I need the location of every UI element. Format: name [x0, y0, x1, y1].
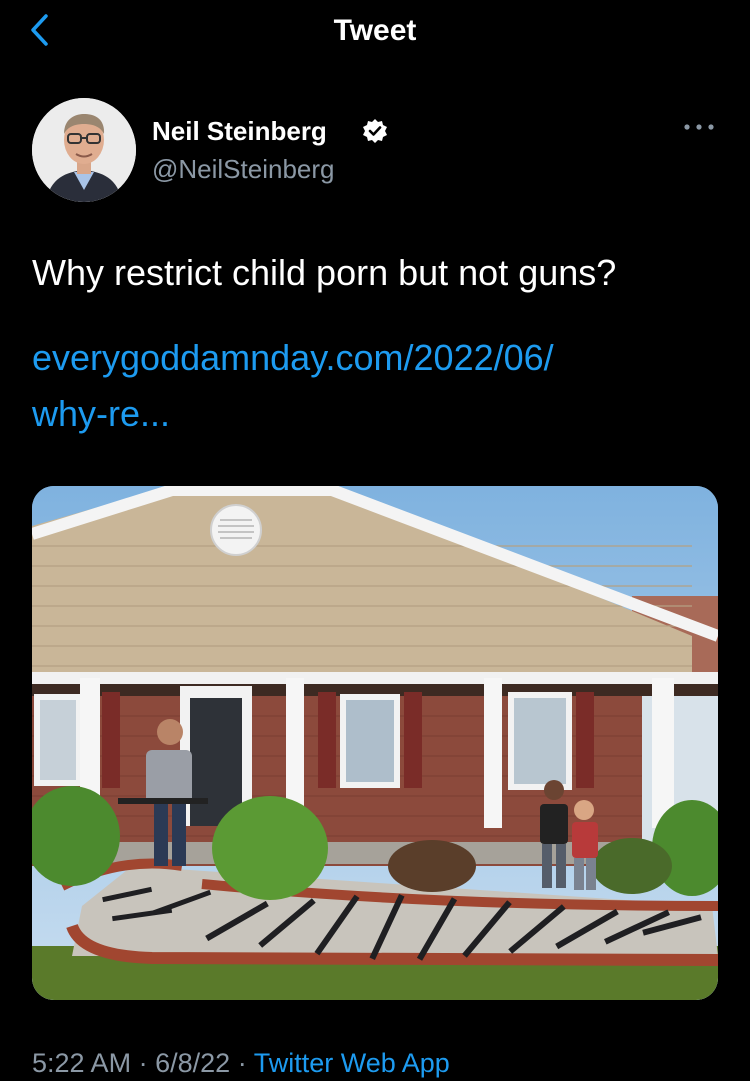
tweet-link-line2: why-re...	[32, 393, 171, 434]
tweet-author: Neil Steinberg @NeilSteinberg	[32, 98, 722, 203]
verified-badge-icon	[363, 119, 387, 143]
tweet-link[interactable]: everygoddamnday.com/2022/06/ why-re...	[32, 330, 722, 442]
tweet-link-line1: everygoddamnday.com/2022/06/	[32, 337, 554, 378]
house-photo-illustration	[32, 486, 718, 1000]
tweet-time: 5:22 AM	[32, 1048, 132, 1078]
meta-separator: ·	[237, 1048, 247, 1078]
tweet-meta: 5:22 AM · 6/8/22 · Twitter Web App	[32, 1048, 450, 1079]
top-bar: Tweet	[0, 0, 750, 62]
tweet-date: 6/8/22	[155, 1048, 231, 1078]
more-options-button[interactable]	[682, 120, 716, 134]
tweet-text: Why restrict child porn but not guns?	[32, 252, 617, 293]
tweet-media-photo[interactable]	[32, 486, 718, 1000]
author-handle[interactable]: @NeilSteinberg	[152, 154, 334, 185]
meta-separator: ·	[138, 1048, 148, 1078]
page-title: Tweet	[333, 14, 417, 47]
tweet-source-link[interactable]: Twitter Web App	[254, 1048, 450, 1078]
more-horizontal-icon	[684, 124, 714, 130]
avatar-photo	[32, 98, 136, 202]
avatar[interactable]	[32, 98, 136, 202]
author-display-name[interactable]: Neil Steinberg	[152, 116, 327, 147]
